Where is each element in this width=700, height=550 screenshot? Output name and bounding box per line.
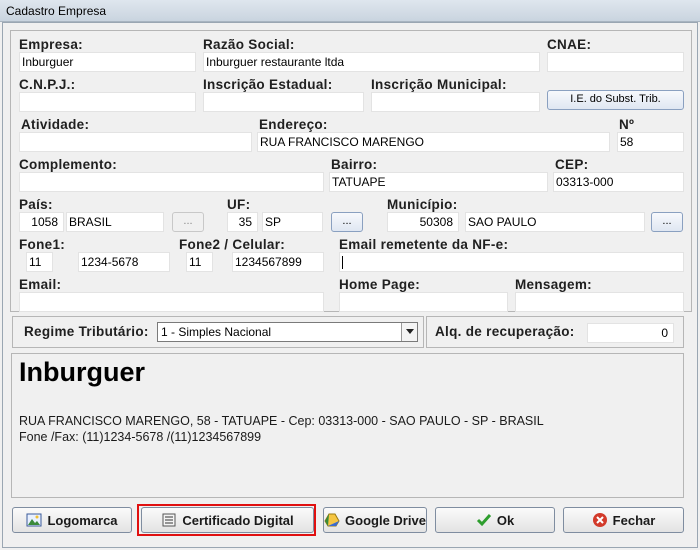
ie-subst-trib-button[interactable]: I.E. do Subst. Trib. [547,90,684,110]
highlight-box [137,504,316,536]
preview-address-line: RUA FRANCISCO MARENGO, 58 - TATUAPE - Ce… [19,414,544,428]
window-title: Cadastro Empresa [6,4,107,18]
uf-code-field[interactable]: 35 [227,212,258,232]
home-page-label: Home Page: [339,277,421,292]
regime-select[interactable]: 1 - Simples Nacional [157,322,418,342]
uf-name-field[interactable]: SP [262,212,323,232]
endereco-field[interactable]: RUA FRANCISCO MARENGO [257,132,610,152]
home-page-field[interactable] [339,292,508,312]
pais-lookup-button[interactable]: ... [172,212,204,232]
google-drive-label: Google Drive [345,512,426,528]
inscricao-estadual-label: Inscrição Estadual: [203,77,333,92]
bairro-field[interactable]: TATUAPE [329,172,548,192]
razao-social-label: Razão Social: [203,37,295,52]
google-drive-icon [324,513,340,527]
cep-label: CEP: [555,157,589,172]
complemento-label: Complemento: [19,157,118,172]
email-label: Email: [19,277,62,292]
empresa-label: Empresa: [19,37,83,52]
image-icon [26,513,42,527]
cep-field[interactable]: 03313-000 [553,172,684,192]
dropdown-arrow[interactable] [401,323,417,341]
inscricao-municipal-field[interactable] [371,92,540,112]
aliquota-field[interactable]: 0 [587,323,674,343]
fone1-number-field[interactable]: 1234-5678 [78,252,170,272]
pais-code-field[interactable]: 1058 [19,212,64,232]
fone1-ddd-field[interactable]: 11 [26,252,53,272]
ok-button[interactable]: Ok [435,507,555,533]
municipio-lookup-button[interactable]: ... [651,212,683,232]
inscricao-estadual-field[interactable] [203,92,364,112]
fone1-label: Fone1: [19,237,66,252]
fone2-label: Fone2 / Celular: [179,237,286,252]
empresa-field[interactable]: Inburguer [19,52,196,72]
municipio-label: Município: [387,197,458,212]
close-icon [592,513,607,527]
chevron-down-icon [406,329,414,334]
complemento-field[interactable] [19,172,324,192]
preview-company-name: Inburguer [19,357,145,387]
fechar-label: Fechar [612,512,656,528]
mensagem-field[interactable] [515,292,684,312]
cnpj-field[interactable] [19,92,196,112]
uf-label: UF: [227,197,251,212]
fechar-button[interactable]: Fechar [563,507,684,533]
numero-label: Nº [619,117,635,132]
bairro-label: Bairro: [331,157,378,172]
numero-field[interactable]: 58 [617,132,684,152]
cnpj-label: C.N.P.J.: [19,77,76,92]
municipio-code-field[interactable]: 50308 [387,212,459,232]
fone2-ddd-field[interactable]: 11 [186,252,213,272]
email-nfe-label: Email remetente da NF-e: [339,237,509,252]
pais-label: País: [19,197,53,212]
cnae-field[interactable] [547,52,684,72]
regime-label: Regime Tributário: [24,324,149,339]
text-caret [342,256,343,269]
preview-phone-line: Fone /Fax: (11)1234-5678 /(11)1234567899 [19,430,262,444]
cnae-label: CNAE: [547,37,592,52]
atividade-field[interactable] [19,132,252,152]
razao-social-field[interactable]: Inburguer restaurante ltda [203,52,540,72]
fone2-number-field[interactable]: 1234567899 [232,252,324,272]
uf-lookup-button[interactable]: ... [331,212,363,232]
title-bar: Cadastro Empresa [0,0,700,22]
atividade-label: Atividade: [21,117,90,132]
inscricao-municipal-label: Inscrição Municipal: [371,77,507,92]
logomarca-label: Logomarca [47,512,118,528]
ok-label: Ok [496,512,515,528]
aliquota-label: Alq. de recuperação: [435,324,575,339]
mensagem-label: Mensagem: [515,277,592,292]
municipio-name-field[interactable]: SAO PAULO [465,212,645,232]
email-field[interactable] [19,292,324,312]
pais-name-field[interactable]: BRASIL [66,212,164,232]
email-nfe-field[interactable] [339,252,684,272]
google-drive-button[interactable]: Google Drive [323,507,427,533]
regime-selected-value: 1 - Simples Nacional [161,325,272,339]
check-icon [476,514,491,527]
logomarca-button[interactable]: Logomarca [12,507,132,533]
cadastro-empresa-window: Cadastro Empresa Empresa: Inburguer Razã… [0,0,700,550]
endereco-label: Endereço: [259,117,328,132]
